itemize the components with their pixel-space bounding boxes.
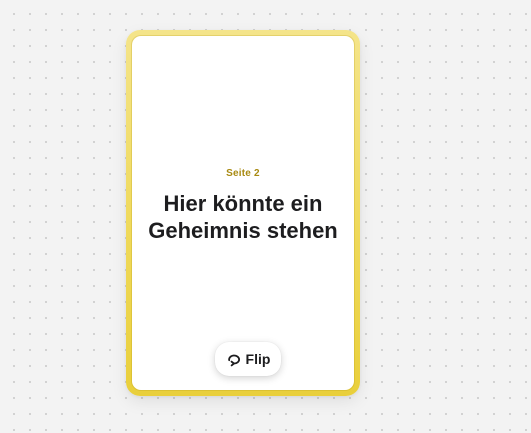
rotate-arrow-icon <box>226 351 242 367</box>
flashcard-face: Seite 2 Hier könnte ein Geheimnis stehen… <box>132 36 354 390</box>
flashcard: Seite 2 Hier könnte ein Geheimnis stehen… <box>126 30 360 396</box>
page-label: Seite 2 <box>226 168 260 179</box>
flip-label: Flip <box>245 351 271 367</box>
card-text: Hier könnte ein Geheimnis stehen <box>148 191 338 243</box>
flip-button[interactable]: Flip <box>215 342 281 376</box>
